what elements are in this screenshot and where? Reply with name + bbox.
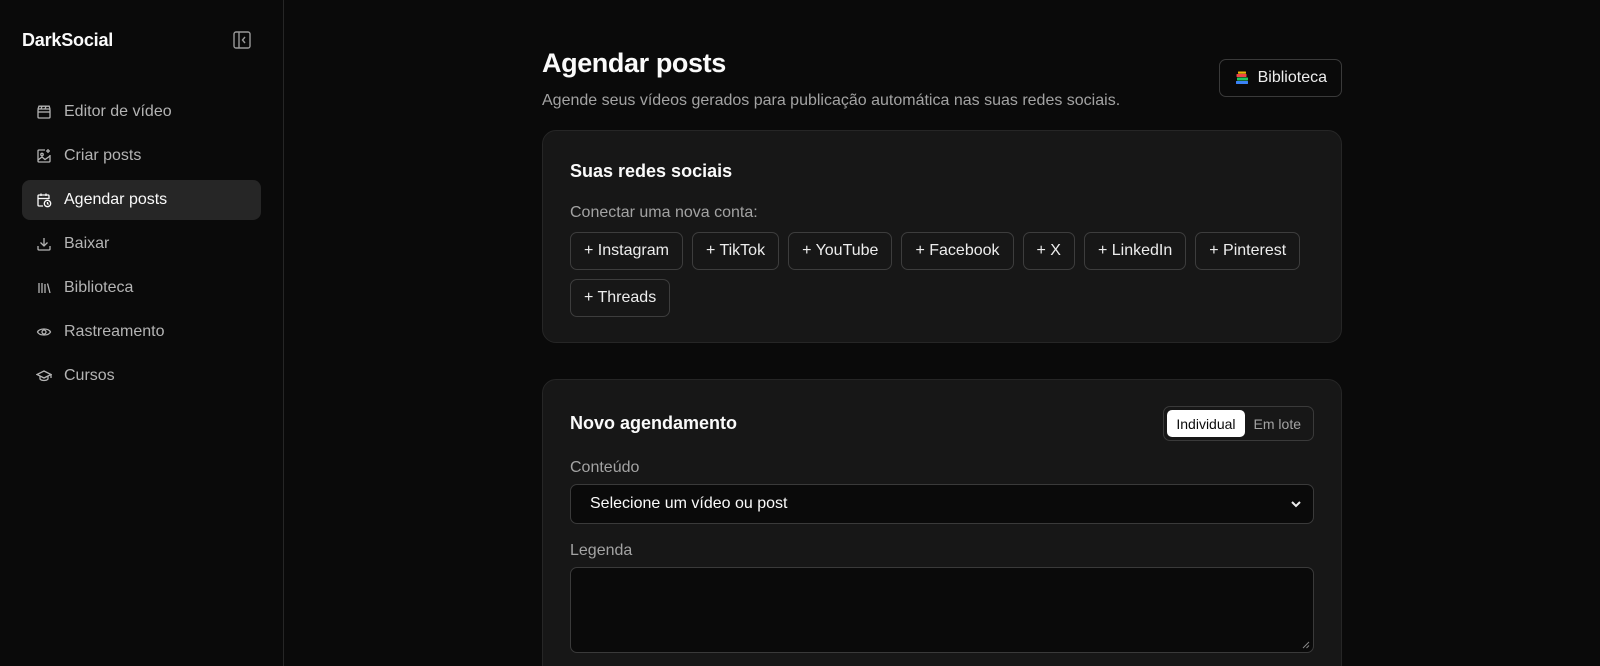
connect-label: Conectar uma nova conta: (570, 204, 758, 221)
connect-x-button[interactable]: + X (1022, 232, 1075, 270)
sidebar: DarkSocial Editor de vídeo Criar posts A… (0, 0, 284, 666)
content-select-value: Selecione um vídeo ou post (590, 495, 788, 512)
sidebar-item-label: Editor de vídeo (64, 103, 172, 120)
toggle-batch[interactable]: Em lote (1245, 410, 1310, 437)
connect-linkedin-button[interactable]: + LinkedIn (1083, 232, 1187, 270)
sidebar-item-criar-posts[interactable]: Criar posts (22, 136, 261, 176)
app-root: DarkSocial Editor de vídeo Criar posts A… (0, 0, 1600, 666)
image-plus-icon (37, 149, 51, 163)
page-title: Agendar posts (542, 48, 726, 78)
library-icon (38, 283, 51, 294)
caption-label: Legenda (570, 542, 633, 559)
caption-textarea[interactable] (570, 567, 1314, 653)
sidebar-header: DarkSocial (22, 0, 261, 80)
brand-logo[interactable]: DarkSocial (22, 30, 113, 51)
connect-youtube-button[interactable]: + YouTube (788, 232, 893, 270)
sidebar-item-label: Criar posts (64, 147, 142, 164)
sidebar-nav: Editor de vídeo Criar posts Agendar post… (22, 92, 261, 396)
sidebar-item-agendar-posts[interactable]: Agendar posts (22, 180, 261, 220)
main-area: Agendar posts Agende seus vídeos gerados… (284, 0, 1600, 666)
library-button[interactable]: Biblioteca (1218, 59, 1342, 97)
social-networks-card: Suas redes sociais Conectar uma nova con… (542, 130, 1342, 343)
network-buttons: + Instagram + TikTok + YouTube + Faceboo… (570, 232, 1310, 317)
social-card-title: Suas redes sociais (570, 161, 733, 181)
page-subtitle: Agende seus vídeos gerados para publicaç… (542, 92, 1121, 109)
connect-instagram-button[interactable]: + Instagram (570, 232, 683, 270)
eye-icon (36, 328, 52, 336)
sidebar-item-biblioteca[interactable]: Biblioteca (22, 268, 261, 308)
calendar-clock-icon (37, 193, 52, 208)
sidebar-item-baixar[interactable]: Baixar (22, 224, 261, 264)
sidebar-item-label: Rastreamento (64, 323, 165, 340)
library-button-label: Biblioteca (1257, 69, 1327, 86)
sidebar-item-label: Agendar posts (64, 191, 168, 208)
sidebar-item-cursos[interactable]: Cursos (22, 356, 261, 396)
books-icon (1235, 71, 1248, 84)
clapperboard-icon (37, 105, 51, 119)
sidebar-collapse-icon[interactable] (229, 27, 255, 53)
mode-toggle: Individual Em lote (1163, 406, 1314, 441)
sidebar-item-rastreamento[interactable]: Rastreamento (22, 312, 261, 352)
toggle-individual[interactable]: Individual (1167, 410, 1245, 437)
schedule-card-title: Novo agendamento (570, 413, 738, 433)
content-label: Conteúdo (570, 459, 640, 476)
sidebar-item-label: Cursos (64, 367, 115, 384)
download-icon (37, 238, 51, 251)
connect-tiktok-button[interactable]: + TikTok (691, 232, 780, 270)
sidebar-item-editor-de-video[interactable]: Editor de vídeo (22, 92, 261, 132)
resize-handle-icon[interactable] (1302, 641, 1310, 649)
connect-facebook-button[interactable]: + Facebook (901, 232, 1014, 270)
content-select[interactable]: Selecione um vídeo ou post (570, 484, 1314, 524)
content: Agendar posts Agende seus vídeos gerados… (542, 0, 1342, 666)
graduation-cap-icon (36, 370, 52, 382)
schedule-header: Novo agendamento Individual Em lote (570, 406, 1314, 441)
page-header: Agendar posts Agende seus vídeos gerados… (542, 0, 1342, 110)
sidebar-item-label: Baixar (64, 235, 110, 252)
connect-pinterest-button[interactable]: + Pinterest (1195, 232, 1301, 270)
chevron-down-icon (1291, 501, 1301, 508)
new-schedule-card: Novo agendamento Individual Em lote Cont… (542, 379, 1342, 666)
sidebar-item-label: Biblioteca (64, 279, 134, 296)
connect-threads-button[interactable]: + Threads (570, 279, 671, 317)
